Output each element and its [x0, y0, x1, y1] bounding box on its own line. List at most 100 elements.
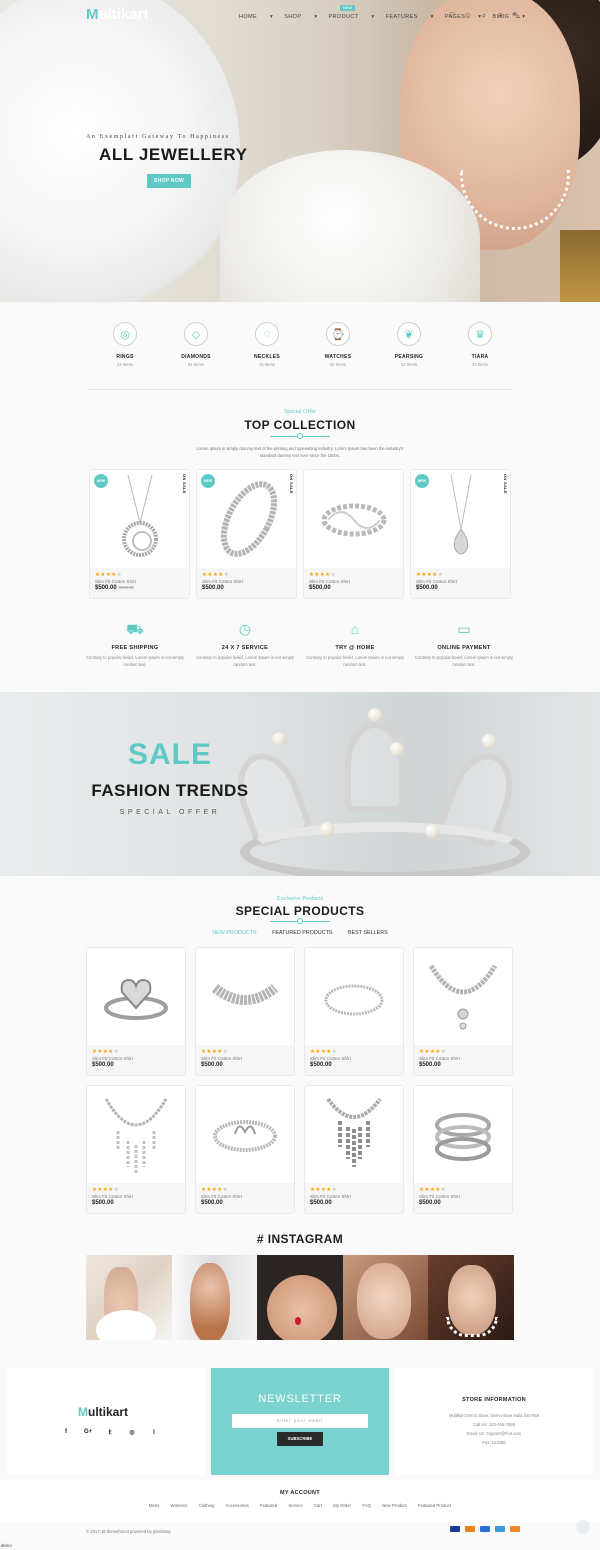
footer-logo[interactable]: Multikart — [78, 1405, 128, 1419]
account-link-new-product[interactable]: New Product — [382, 1503, 407, 1508]
tab-new-products[interactable]: NEW PRODUCTS — [212, 930, 256, 936]
product-card[interactable]: ★★★★★ Slim Fit Cotton Shirt $500.00 — [86, 1085, 186, 1214]
account-links: Mens Womens Clothing Accessories Feature… — [0, 1503, 600, 1508]
twitter-icon[interactable]: 𝕥 — [106, 1429, 114, 1436]
menu-home[interactable]: HOME ▾ — [239, 14, 273, 20]
product-price: $500.00 — [201, 1062, 223, 1068]
product-name[interactable]: Slim Fit Cotton Shirt — [92, 1194, 180, 1199]
instagram-photo[interactable] — [171, 1255, 258, 1340]
instagram-photo[interactable] — [428, 1255, 514, 1340]
store-phone: Call Us: 123-456-7898 — [473, 1422, 515, 1427]
on-sale-badge: ON SALE — [182, 474, 187, 494]
product-price: $500.00 — [416, 585, 438, 591]
account-link-clothing[interactable]: Clothing — [199, 1503, 215, 1508]
product-card[interactable]: NEW ON SALE ★★★★★ Slim Fit Cotton Shirt … — [89, 469, 190, 599]
account-link-featured-product[interactable]: Featured Product — [418, 1503, 451, 1508]
title-underline-dot — [297, 918, 303, 924]
product-card[interactable]: ★★★★★ Slim Fit Cotton Shirt $500.00 — [413, 1085, 513, 1214]
rating-stars: ★★★★★ — [310, 1049, 338, 1055]
on-sale-badge: ON SALE — [503, 474, 508, 494]
product-info: ★★★★★ Slim Fit Cotton Shirt $500.00 — [197, 568, 296, 598]
product-image-bib-necklace — [305, 1086, 403, 1185]
product-card[interactable]: ★★★★★ Slim Fit Cotton Shirt $500.00 — [413, 947, 513, 1076]
store-email: Email Us: Support@Fiot.com — [466, 1431, 522, 1436]
facebook-icon[interactable]: f — [62, 1429, 70, 1436]
google-plus-icon[interactable]: G+ — [84, 1429, 92, 1436]
category-watches[interactable]: ⌚ WATCHES 62 Items — [303, 322, 373, 367]
rss-icon[interactable]: ⌇ — [150, 1429, 158, 1436]
product-name[interactable]: Slim Fit Cotton Shirt — [310, 1194, 398, 1199]
site-logo[interactable]: Multikart — [86, 6, 149, 23]
cart-icon[interactable]: ⛍ — [512, 11, 520, 21]
product-name[interactable]: Slim Fit Cotton Shirt — [201, 1056, 289, 1061]
rating-stars: ★★★★★ — [309, 572, 337, 578]
tab-featured-products[interactable]: FEATURED PRODUCTS — [272, 930, 332, 936]
account-link-featured[interactable]: Featured — [260, 1503, 277, 1508]
settings-icon[interactable]: ≡ — [496, 11, 504, 21]
category-rings[interactable]: ◎ RINGS 23 Items — [90, 322, 160, 367]
product-card[interactable]: ★★★★★ Slim Fit Cotton Shirt $500.00 — [86, 947, 186, 1076]
product-info: ★★★★★ Slim Fit Cotton Shirt $500.00 — [87, 1045, 185, 1075]
top-collection-subtitle: Special Offer — [283, 409, 317, 415]
demo-label: demo — [1, 1543, 12, 1548]
instagram-icon[interactable]: ◎ — [128, 1429, 136, 1436]
instagram-title: # INSTAGRAM — [256, 1232, 344, 1246]
newsletter-email-input[interactable]: Enter your email — [232, 1414, 368, 1428]
menu-features[interactable]: FEATURES ▾ — [386, 14, 434, 20]
product-card[interactable]: NEW ON SALE ★★★★★ Slim Fit Cotton Shirt … — [410, 469, 511, 599]
tiara-icon: ♛ — [468, 322, 492, 346]
account-link-cart[interactable]: Cart — [314, 1503, 322, 1508]
product-card[interactable]: ★★★★★ Slim Fit Cotton Shirt $500.00 — [303, 469, 404, 599]
subscribe-button[interactable]: SUBSCRIBE — [277, 1432, 323, 1446]
product-info: ★★★★★ Slim Fit Cotton Shirt $500.00 — [411, 568, 510, 598]
tab-best-sellers[interactable]: BEST SELLERS — [348, 930, 388, 936]
account-link-my-order[interactable]: My Order — [333, 1503, 351, 1508]
sale-banner[interactable]: SALE FASHION TRENDS SPECIAL OFFER — [0, 692, 600, 876]
top-collection-description: Lorem Ipsum is simply dummy text of the … — [196, 446, 404, 458]
menu-shop[interactable]: SHOP ▾ — [284, 14, 317, 20]
user-icon[interactable]: ☺ — [464, 11, 472, 21]
product-card[interactable]: NEW ON SALE ★★★★★ Slim Fit Cotton Shirt … — [196, 469, 297, 599]
product-name[interactable]: Slim Fit Cotton Shirt — [201, 1194, 289, 1199]
on-sale-badge: ON SALE — [289, 474, 294, 494]
product-card[interactable]: ★★★★★ Slim Fit Cotton Shirt $500.00 — [304, 1085, 404, 1214]
product-name[interactable]: Slim Fit Cotton Shirt — [92, 1056, 180, 1061]
product-card[interactable]: ★★★★★ Slim Fit Cotton Shirt $500.00 — [195, 947, 295, 1076]
shop-now-button[interactable]: SHOP NOW — [147, 174, 191, 188]
product-name[interactable]: Slim Fit Cotton Shirt — [419, 1194, 507, 1199]
product-name[interactable]: Slim Fit Cotton Shirt — [419, 1056, 507, 1061]
account-link-faq[interactable]: FAQ — [362, 1503, 371, 1508]
category-tiara[interactable]: ♛ TIARA 33 Items — [445, 322, 515, 367]
product-name[interactable]: Slim Fit Cotton Shirt — [202, 579, 291, 584]
product-card[interactable]: ★★★★★ Slim Fit Cotton Shirt $500.00 — [304, 947, 404, 1076]
instagram-photo[interactable] — [257, 1255, 343, 1340]
product-price: $500.00 — [310, 1062, 332, 1068]
product-price: $500.00 — [310, 1200, 332, 1206]
instagram-photo[interactable] — [342, 1255, 429, 1340]
product-image-infinity-bracelet — [304, 470, 403, 570]
product-name[interactable]: Slim Fit Cotton Shirt — [309, 579, 398, 584]
instagram-photo[interactable] — [86, 1255, 172, 1340]
rating-stars: ★★★★★ — [92, 1049, 120, 1055]
product-image-drop-necklace — [87, 1086, 185, 1185]
scroll-to-top-button[interactable] — [576, 1520, 590, 1534]
discover-icon — [510, 1526, 520, 1532]
category-pearsing[interactable]: ❦ PEARSING 12 Items — [374, 322, 444, 367]
product-name[interactable]: Slim Fit Cotton Shirt — [310, 1056, 398, 1061]
product-price: $500.00 — [201, 1200, 223, 1206]
account-link-service[interactable]: Service — [288, 1503, 302, 1508]
menu-product[interactable]: PRODUCT ▾ — [328, 14, 374, 20]
account-link-mens[interactable]: Mens — [149, 1503, 160, 1508]
product-name[interactable]: Slim Fit Cotton Shirt — [416, 579, 505, 584]
account-link-accessories[interactable]: Accessories — [226, 1503, 249, 1508]
wishlist-icon[interactable]: ♡ — [448, 11, 456, 21]
product-name[interactable]: Slim Fit Cotton Shirt — [95, 579, 184, 584]
product-card[interactable]: ★★★★★ Slim Fit Cotton Shirt $500.00 — [195, 1085, 295, 1214]
account-link-womens[interactable]: Womens — [171, 1503, 188, 1508]
top-collection-title: TOP COLLECTION — [244, 418, 356, 432]
search-icon[interactable]: ⌕ — [480, 11, 488, 21]
store-address: Multikart Demo Store, Demo store India 3… — [448, 1413, 540, 1418]
category-neckles[interactable]: ◌ NECKLES 15 Items — [232, 322, 302, 367]
category-diamonds[interactable]: ◇ DIAMONDS 54 Items — [161, 322, 231, 367]
diamond-icon: ◇ — [184, 322, 208, 346]
